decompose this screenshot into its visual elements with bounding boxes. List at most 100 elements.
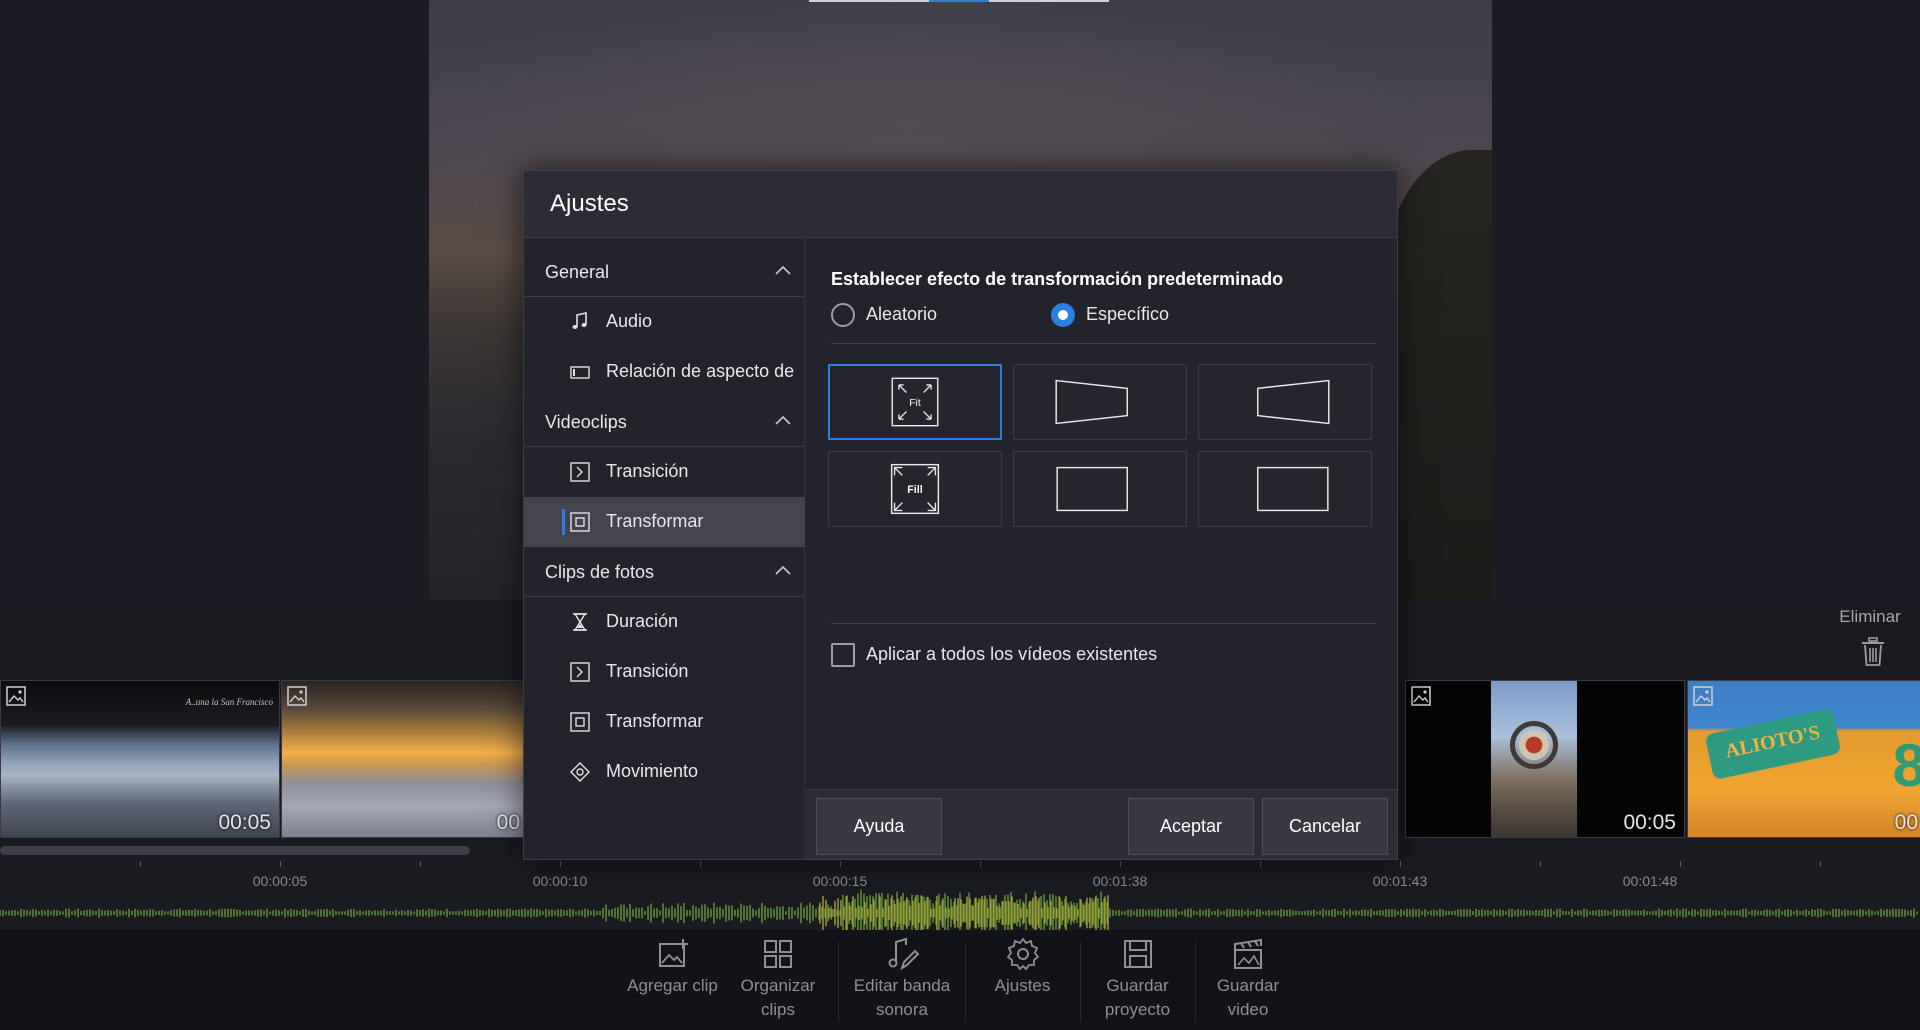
clip-duration: 00 [496, 811, 520, 834]
radio-circle[interactable] [831, 303, 855, 327]
timeline-clip[interactable]: 00 [281, 680, 529, 838]
sidebar-item-video-transform[interactable]: Transformar [524, 497, 805, 547]
clip-duration: 00:05 [1623, 811, 1676, 834]
photo-clip-icon [287, 686, 307, 706]
trash-icon[interactable] [1860, 637, 1886, 667]
sidebar-item-photo-transform[interactable]: Transformar [524, 697, 805, 747]
cancel-button[interactable]: Cancelar [1262, 798, 1388, 855]
timeline-tick [1120, 861, 1121, 867]
effect-fit-label: Fit [909, 398, 921, 409]
timeline-time-label: 00:01:38 [1092, 873, 1148, 889]
dialog-title: Ajustes [550, 190, 629, 217]
add-clip-button[interactable]: Agregar clip [620, 936, 725, 1030]
sidebar-item-photo-transition[interactable]: Transición [524, 647, 805, 697]
save-project-button[interactable]: Guardar proyecto [1090, 936, 1185, 1030]
nav-group-photoclips[interactable]: Clips de fotos [524, 549, 805, 597]
photo-clip-icon [1693, 686, 1713, 706]
perspective-left-icon [1055, 379, 1128, 425]
preview-hill [1382, 150, 1492, 600]
clip-thumbnail-sign [1510, 721, 1558, 769]
content-divider [831, 623, 1376, 624]
sidebar-item-label: Relación de aspecto de [606, 361, 795, 381]
timeline-tick [560, 861, 561, 867]
timeline-time-label: 00:01:43 [1372, 873, 1428, 889]
nav-group-general[interactable]: General [524, 249, 805, 297]
photo-clip-icon [1411, 686, 1431, 706]
effect-fill[interactable]: Fill [828, 451, 1002, 527]
save-video-button[interactable]: Guardar video [1203, 936, 1293, 1030]
zoom-icon [1257, 466, 1329, 512]
motion-icon [570, 762, 590, 782]
settings-sidebar: General Audio Relación de aspecto de Vid… [524, 239, 805, 859]
chevron-up-icon [775, 415, 791, 425]
radio-label: Específico [1086, 304, 1170, 324]
save-icon [1123, 940, 1152, 968]
help-button[interactable]: Ayuda [816, 798, 942, 855]
sidebar-item-label: Audio [606, 311, 653, 331]
effect-fit[interactable]: Fit [828, 364, 1002, 440]
timeline-time-label: 00:00:05 [252, 873, 308, 889]
sidebar-item-label: Movimiento [606, 761, 699, 781]
save-video-label-2: video [1227, 1000, 1269, 1019]
timeline-clip[interactable]: 00:05 [1405, 680, 1685, 838]
dialog-header: Ajustes [524, 171, 1397, 238]
settings-button[interactable]: Ajustes [975, 936, 1070, 1030]
apply-all-label: Aplicar a todos los vídeos existentes [866, 644, 1158, 664]
settings-label: Ajustes [994, 976, 1051, 995]
edit-soundtrack-button[interactable]: Editar banda sonora [846, 936, 958, 1030]
timeline-tick [420, 861, 421, 867]
sidebar-item-label: Transformar [606, 511, 704, 531]
timeline-tick [140, 861, 141, 867]
organize-clips-label-2: clips [760, 1000, 795, 1019]
chevron-up-icon [775, 265, 791, 275]
timeline-time-label: 00:01:48 [1622, 873, 1678, 889]
edit-soundtrack-label-1: Editar banda [853, 976, 951, 995]
timeline-clip[interactable]: A..una la San Francisco 00:05 [0, 680, 280, 838]
effect-perspective-right[interactable] [1198, 364, 1372, 440]
effect-fill-label: Fill [907, 484, 922, 496]
nav-group-videoclips[interactable]: Videoclips [524, 399, 805, 447]
radio-circle[interactable] [1051, 303, 1075, 327]
toolbar-separator [838, 942, 839, 1022]
selected-indicator [562, 509, 565, 535]
fit-icon: Fit [891, 377, 939, 427]
add-image-icon [658, 939, 688, 967]
timeline-tick [700, 861, 701, 867]
accept-button[interactable]: Aceptar [1128, 798, 1254, 855]
add-clip-label: Agregar clip [627, 976, 718, 995]
nav-group-label: General [545, 262, 610, 282]
toolbar-separator [1195, 942, 1196, 1022]
delete-label: Eliminar [1839, 607, 1901, 626]
chevron-up-icon [775, 565, 791, 575]
organize-clips-button[interactable]: Organizar clips [728, 936, 828, 1030]
clip-duration: 00:05 [218, 811, 271, 834]
timeline-tick [1540, 861, 1541, 867]
nav-group-label: Clips de fotos [545, 562, 655, 582]
clip-duration: 00 [1894, 811, 1918, 834]
sidebar-item-label: Duración [606, 611, 679, 631]
settings-content: Establecer efecto de transformación pred… [806, 239, 1397, 759]
timeline-tick [980, 861, 981, 867]
effect-perspective-left[interactable] [1013, 364, 1187, 440]
effect-pan[interactable] [1013, 451, 1187, 527]
content-divider [831, 343, 1376, 344]
timeline-scrollbar[interactable] [0, 846, 470, 855]
sidebar-item-label: Transformar [606, 711, 704, 731]
clip-caption: A..una la San Francisco [185, 697, 273, 707]
sidebar-item-aspect-ratio[interactable]: Relación de aspecto de [524, 347, 805, 397]
timeline-clip[interactable]: ALIOTO'S 8 00 [1687, 680, 1920, 838]
aspect-ratio-icon [570, 366, 590, 379]
transform-icon [570, 512, 590, 532]
save-video-label-1: Guardar [1216, 976, 1280, 995]
sidebar-item-video-transition[interactable]: Transición [524, 447, 805, 497]
sidebar-item-photo-duration[interactable]: Duración [524, 597, 805, 647]
effect-zoom[interactable] [1198, 451, 1372, 527]
music-edit-icon [888, 937, 920, 971]
sidebar-item-photo-motion[interactable]: Movimiento [524, 747, 805, 797]
music-note-icon [572, 312, 587, 329]
timeline-tick [840, 861, 841, 867]
timeline-tick [1260, 861, 1261, 867]
checkbox-box[interactable] [831, 643, 855, 667]
sidebar-item-audio[interactable]: Audio [524, 297, 805, 347]
edit-soundtrack-label-2: sonora [876, 1000, 928, 1019]
